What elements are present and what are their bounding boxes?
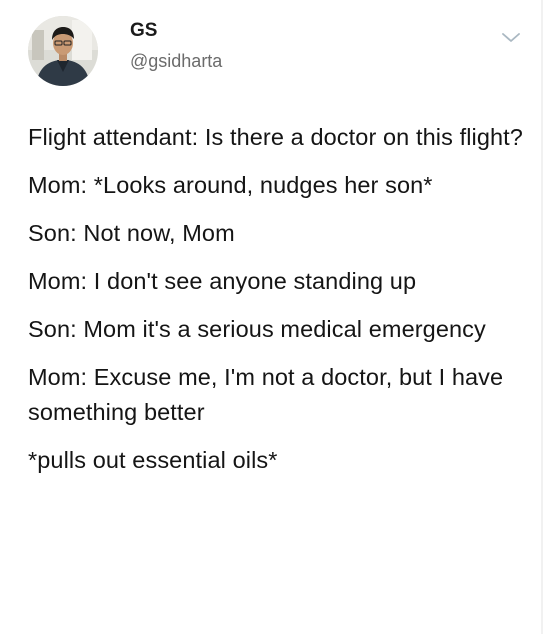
chevron-down-icon[interactable]: [500, 30, 522, 46]
tweet-card: GS @gsidharta Flight attendant: Is there…: [0, 0, 543, 634]
author-names: GS @gsidharta: [130, 20, 222, 72]
tweet-text: Flight attendant: Is there a doctor on t…: [28, 120, 528, 491]
tweet-line: Flight attendant: Is there a doctor on t…: [28, 124, 523, 150]
avatar[interactable]: [28, 16, 98, 86]
tweet-header: GS @gsidharta: [28, 16, 222, 90]
user-avatar-icon: [28, 16, 98, 86]
display-name[interactable]: GS: [130, 20, 222, 42]
tweet-line: Son: Not now, Mom: [28, 220, 235, 246]
tweet-line: Mom: I don't see anyone standing up: [28, 268, 417, 294]
tweet-line: Mom: Excuse me, I'm not a doctor, but I …: [28, 364, 504, 425]
tweet-line: *pulls out essential oils*: [28, 447, 278, 473]
user-handle[interactable]: @gsidharta: [130, 50, 222, 72]
tweet-line: Mom: *Looks around, nudges her son*: [28, 172, 433, 198]
tweet-line: Son: Mom it's a serious medical emergenc…: [28, 316, 486, 342]
